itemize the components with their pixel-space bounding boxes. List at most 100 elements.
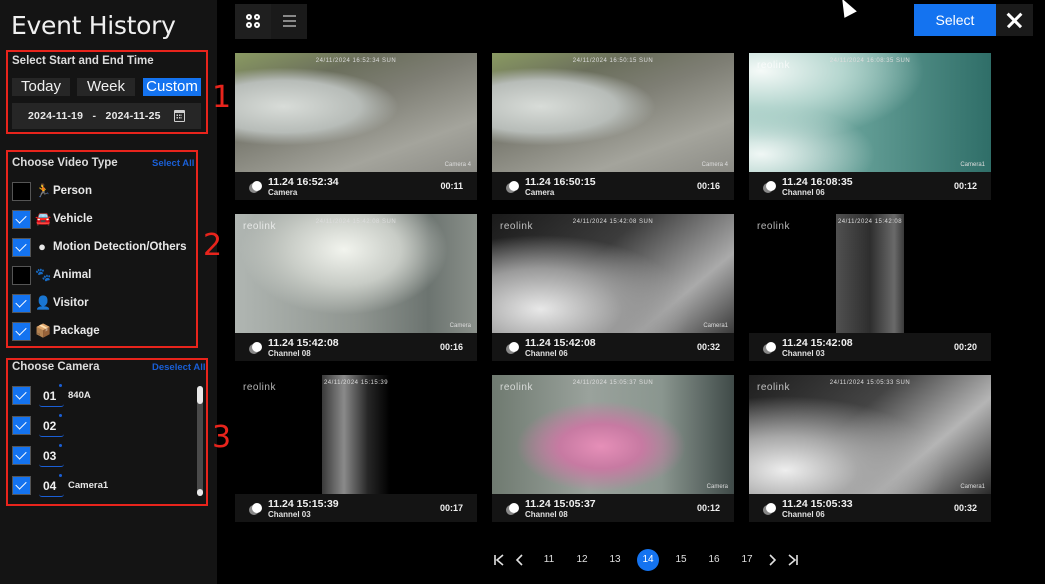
calendar-icon[interactable] [174,110,185,122]
motion-icon [506,503,519,515]
page-button[interactable]: 11 [538,549,560,571]
osd-brand-watermark: reolink [757,221,790,232]
package-icon: 📦 [35,323,52,338]
event-thumbnail[interactable]: 24/11/2024 15:42:08 SUN reolink Camera1 [492,214,734,333]
page-button[interactable]: 12 [571,549,593,571]
video-type-label: Animal [53,269,92,281]
event-channel: Channel 03 [782,349,825,358]
event-time: 11.24 16:50:15 [525,176,596,188]
video-type-section-title: Choose Video Type [12,157,118,169]
event-card[interactable]: 24/11/2024 15:42:08 SUN reolink Camera1 11.… [492,214,734,361]
annotation-number-2: 2 [203,228,223,263]
camera-list-scrollbar[interactable] [197,386,203,496]
video-type-checkbox[interactable] [12,322,31,341]
osd-timestamp: 24/11/2024 16:52:34 SUN [315,58,397,64]
event-thumbnail[interactable]: 24/11/2024 15:05:33 SUN reolink Camera1 [749,375,991,494]
time-section-title: Select Start and End Time [12,55,154,67]
osd-camera-label: Camera [706,484,728,490]
event-info-bar: 11.24 15:42:08 Channel 06 00:32 [492,333,734,361]
deselect-all-link[interactable]: Deselect All [152,362,206,373]
osd-timestamp: 24/11/2024 16:50:15 SUN [572,58,654,64]
select-all-link[interactable]: Select All [152,158,194,169]
scrollbar-thumb[interactable] [197,386,203,404]
event-time: 11.24 16:52:34 [268,176,339,188]
event-info-bar: 11.24 16:08:35 Channel 06 00:12 [749,172,991,200]
event-duration: 00:16 [439,342,463,352]
date-range-field[interactable]: 2024-11-19 - 2024-11-25 [12,103,201,129]
osd-brand-watermark: reolink [500,221,533,232]
video-type-label: Vehicle [53,213,93,225]
visitor-icon: 👤 [35,295,52,310]
event-channel: Camera [268,188,298,197]
event-duration: 00:12 [953,181,977,191]
event-card[interactable]: 24/11/2024 16:50:15 SUN Camera 4 11.24 16:… [492,53,734,200]
event-channel: Channel 08 [525,510,568,519]
list-icon [283,15,296,27]
event-thumbnail[interactable]: 24/11/2024 16:50:15 SUN Camera 4 [492,53,734,172]
osd-camera-label: Camera1 [960,162,985,168]
camera-status-dot [59,444,62,447]
event-card[interactable]: 24/11/2024 15:05:33 SUN reolink Camera1 11.… [749,375,991,522]
video-type-checkbox[interactable] [12,238,31,257]
page-button[interactable]: 13 [604,549,626,571]
video-type-checkbox[interactable] [12,266,31,285]
event-card[interactable]: 24/11/2024 15:05:37 SUN reolink Camera 11.2… [492,375,734,522]
page-button[interactable]: 15 [670,549,692,571]
range-today-button[interactable]: Today [12,78,70,96]
event-card[interactable]: 24/11/2024 15:42:08 SUN reolink Camera 11.2… [235,214,477,361]
event-channel: Channel 06 [525,349,568,358]
camera-section-title: Choose Camera [12,361,100,373]
video-type-checkbox[interactable] [12,210,31,229]
osd-brand-watermark: reolink [243,221,276,232]
event-card[interactable]: 24/11/2024 15:15:39 reolink 11.24 15:15:39… [235,375,477,522]
prev-page-button[interactable] [513,549,527,571]
page-button[interactable]: 16 [703,549,725,571]
motion-icon [249,342,262,354]
event-thumbnail[interactable]: 24/11/2024 16:52:34 SUN Camera 4 [235,53,477,172]
event-thumbnail[interactable]: 24/11/2024 15:05:37 SUN reolink Camera [492,375,734,494]
motion-icon [763,503,776,515]
paw-icon: 🐾 [35,267,52,282]
last-page-button[interactable] [786,549,800,571]
close-button[interactable] [996,4,1033,36]
camera-checkbox[interactable] [12,416,31,435]
page-button-current[interactable]: 14 [637,549,659,571]
event-duration: 00:16 [696,181,720,191]
event-thumbnail[interactable]: 24/11/2024 15:42:08 reolink [749,214,991,333]
date-range-value: 2024-11-19 - 2024-11-25 [28,110,161,122]
event-info-bar: 11.24 16:50:15 Camera 00:16 [492,172,734,200]
event-channel: Channel 03 [268,510,311,519]
scrollbar-end [197,489,203,496]
event-time: 11.24 15:15:39 [268,498,339,510]
event-card[interactable]: 24/11/2024 16:52:34 SUN Camera 4 11.24 16:… [235,53,477,200]
event-duration: 00:20 [953,342,977,352]
next-page-button[interactable] [765,549,779,571]
event-channel: Camera [525,188,555,197]
first-page-icon [494,554,504,566]
grid-view-button[interactable] [235,4,271,39]
event-card[interactable]: 24/11/2024 16:08:35 SUN reolink Camera1 11.… [749,53,991,200]
event-info-bar: 11.24 16:52:34 Camera 00:11 [235,172,477,200]
event-thumbnail[interactable]: 24/11/2024 16:08:35 SUN reolink Camera1 [749,53,991,172]
video-type-label: Person [53,185,92,197]
event-thumbnail[interactable]: 24/11/2024 15:15:39 reolink [235,375,477,494]
camera-checkbox[interactable] [12,476,31,495]
video-type-checkbox[interactable] [12,182,31,201]
video-type-label: Package [53,325,100,337]
camera-checkbox[interactable] [12,446,31,465]
view-mode-toggle [235,4,307,39]
first-page-button[interactable] [492,549,506,571]
video-type-checkbox[interactable] [12,294,31,313]
event-card[interactable]: 24/11/2024 15:42:08 reolink 11.24 15:42:08… [749,214,991,361]
motion-icon [763,181,776,193]
osd-brand-watermark: reolink [757,382,790,393]
range-week-button[interactable]: Week [77,78,135,96]
osd-brand-watermark: reolink [243,382,276,393]
camera-name: 840A [68,390,91,401]
page-button[interactable]: 17 [736,549,758,571]
select-button[interactable]: Select [914,4,996,36]
range-custom-button[interactable]: Custom [143,78,201,96]
event-thumbnail[interactable]: 24/11/2024 15:42:08 SUN reolink Camera [235,214,477,333]
camera-checkbox[interactable] [12,386,31,405]
list-view-button[interactable] [271,4,307,39]
